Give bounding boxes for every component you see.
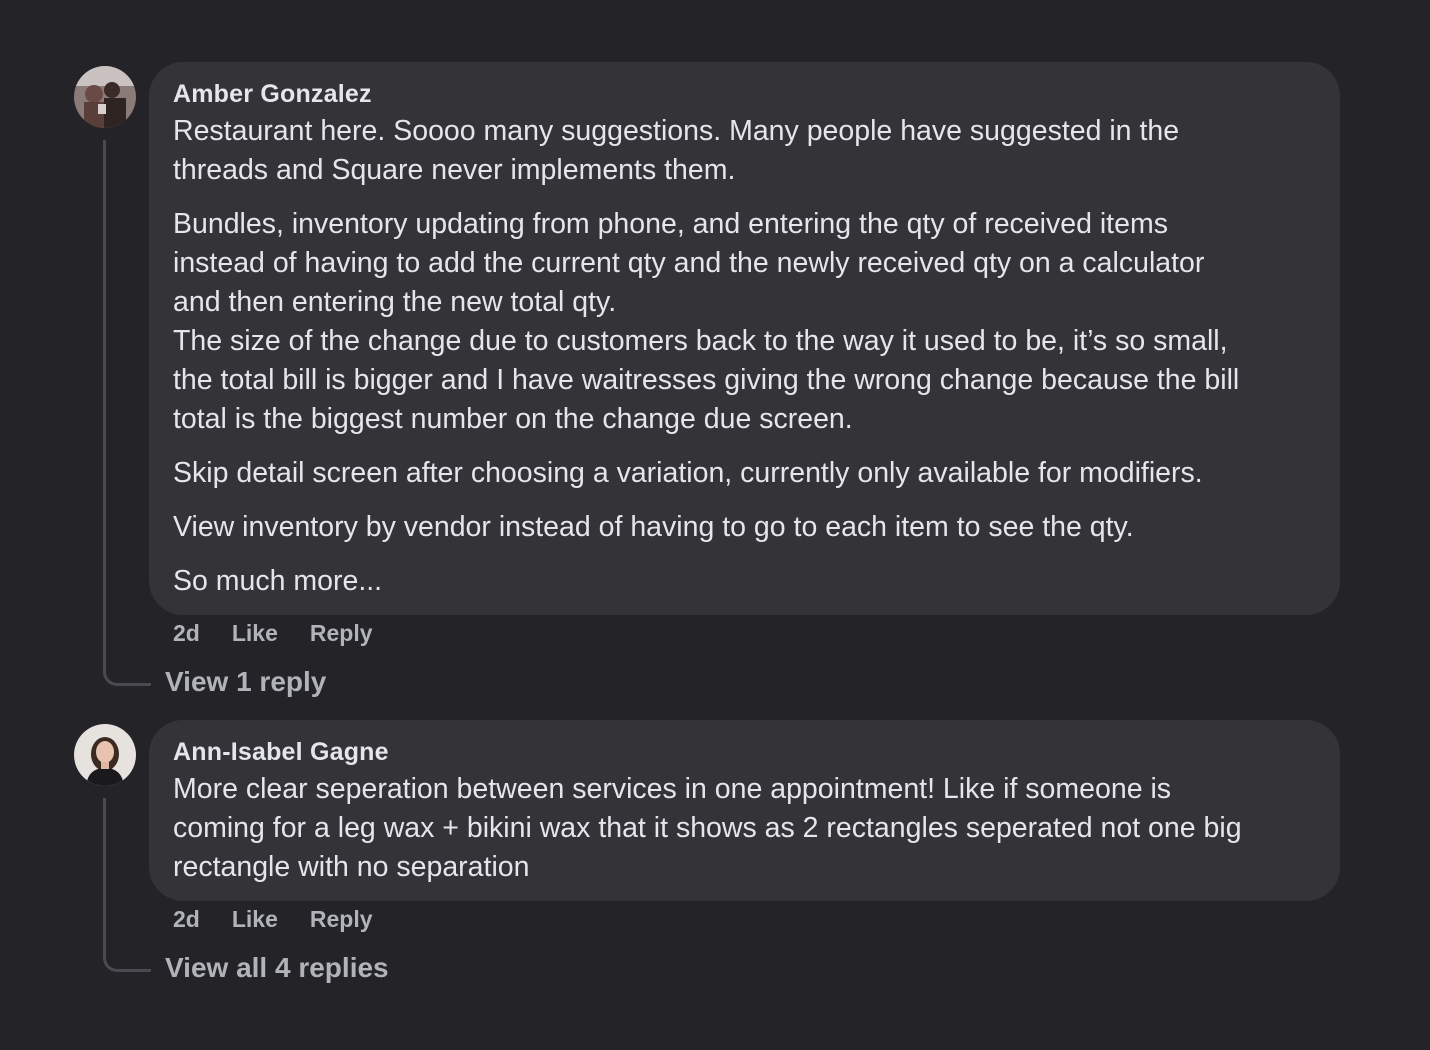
reply-button[interactable]: Reply [310, 906, 373, 933]
comment-timestamp[interactable]: 2d [173, 906, 200, 933]
view-replies-link[interactable]: View 1 reply [165, 666, 326, 698]
comment-paragraph: Skip detail screen after choosing a vari… [173, 457, 1203, 489]
comment-author[interactable]: Amber Gonzalez [173, 78, 1316, 110]
comment-paragraph: So much more... [173, 565, 383, 597]
comment-actions: 2d Like Reply [173, 620, 373, 647]
like-button[interactable]: Like [232, 906, 278, 933]
profile-photo-avatar-icon [74, 724, 136, 786]
reply-button[interactable]: Reply [310, 620, 373, 647]
comment-paragraph: View inventory by vendor instead of havi… [173, 511, 1134, 543]
profile-photo-avatar-icon [74, 66, 136, 128]
comment-paragraph: The size of the change due to customers … [173, 325, 1240, 435]
comment-actions: 2d Like Reply [173, 906, 373, 933]
thread-connector [103, 798, 151, 972]
view-replies-link[interactable]: View all 4 replies [165, 952, 389, 984]
like-button[interactable]: Like [232, 620, 278, 647]
comment-paragraph: Bundles, inventory updating from phone, … [173, 208, 1205, 318]
thread-connector [103, 140, 151, 686]
comment-paragraph: Restaurant here. Soooo many suggestions.… [173, 115, 1180, 186]
comment-author[interactable]: Ann-Isabel Gagne [173, 736, 1316, 768]
avatar[interactable] [74, 724, 136, 786]
comment-paragraph: More clear seperation between services i… [173, 773, 1242, 883]
comment-bubble: Ann-Isabel Gagne More clear seperation b… [149, 720, 1340, 901]
avatar[interactable] [74, 66, 136, 128]
comment-timestamp[interactable]: 2d [173, 620, 200, 647]
comment-bubble: Amber Gonzalez Restaurant here. Soooo ma… [149, 62, 1340, 615]
